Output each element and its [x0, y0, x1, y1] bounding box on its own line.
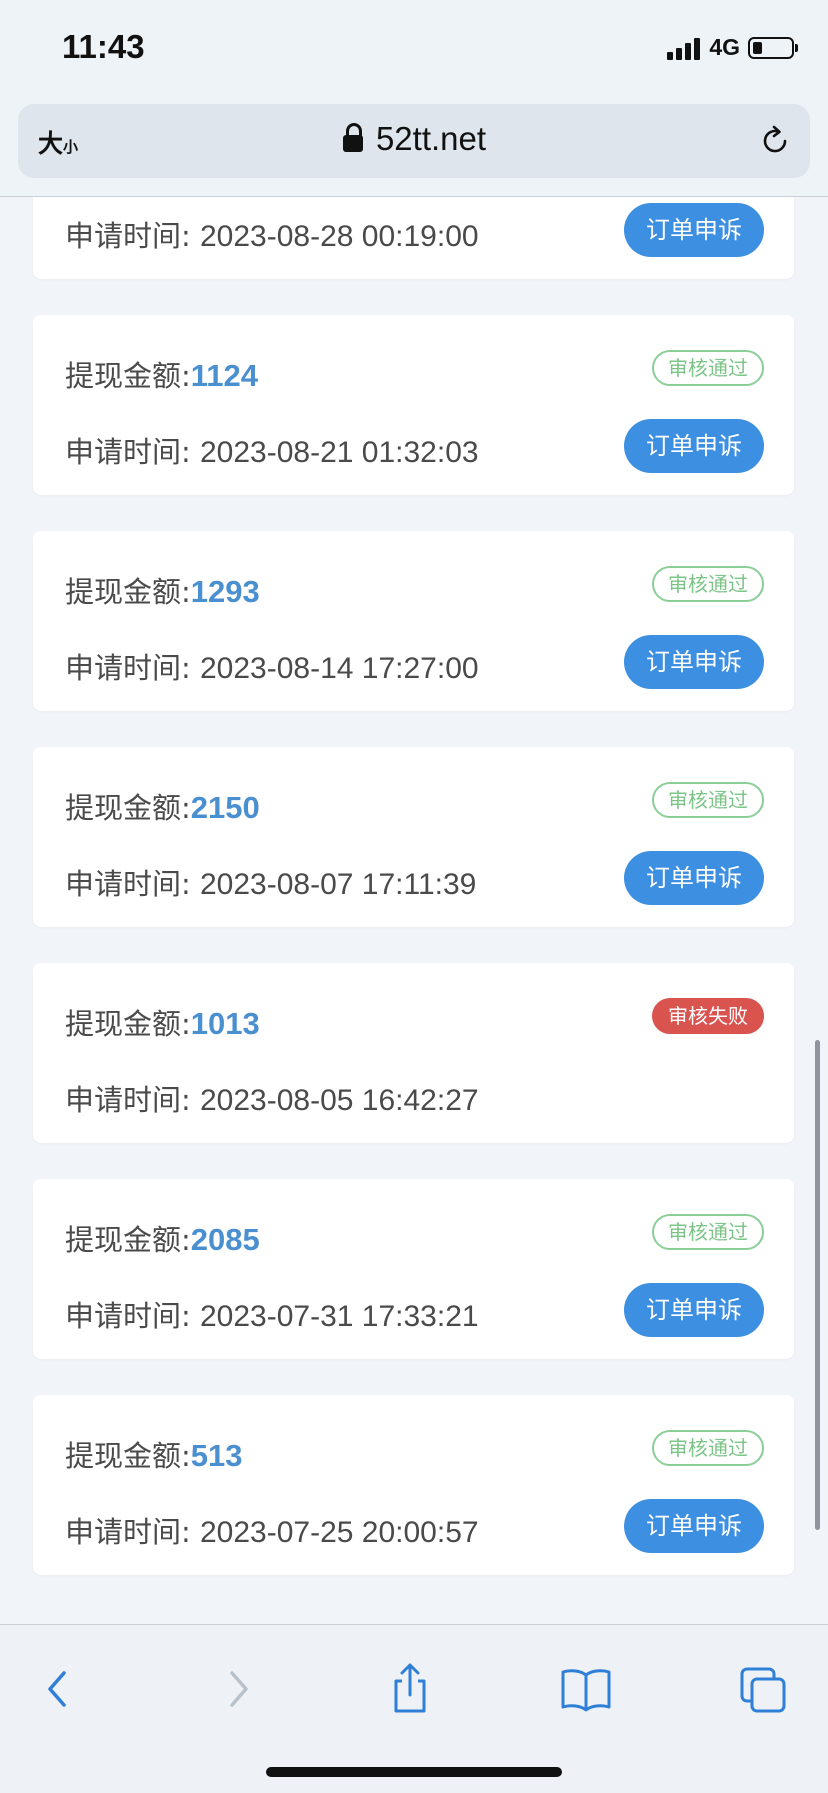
time-value: 2023-07-31 17:33:21: [200, 1300, 479, 1333]
lock-icon: [342, 123, 364, 153]
withdrawal-record-card: 提现金额:1293 申请时间: 2023-08-14 17:27:00 审核通过订单…: [33, 531, 794, 711]
time-label: 申请时间:: [65, 435, 200, 469]
time-value: 2023-08-07 17:11:39: [200, 868, 477, 901]
application-time: 申请时间: 2023-08-28 00:19:00: [65, 213, 479, 255]
time-label: 申请时间:: [65, 1299, 200, 1333]
time-label: 申请时间:: [65, 1515, 200, 1549]
withdrawal-record-card: 提现金额:1124 申请时间: 2023-08-21 01:32:03 审核通过订单…: [33, 315, 794, 495]
reload-icon[interactable]: [758, 124, 792, 158]
forward-icon[interactable]: [206, 1659, 266, 1719]
scrollbar[interactable]: [815, 1040, 820, 1530]
withdrawal-record-card: 提现金额:2150 申请时间: 2023-08-07 17:11:39 审核通过订单…: [33, 747, 794, 927]
withdrawal-amount: 提现金额:1124: [65, 353, 258, 395]
time-label: 申请时间:: [65, 1083, 200, 1117]
withdrawal-record-card: 提现金额:1314申请时间: 2023-08-28 00:19:00审核通过订单…: [33, 197, 794, 279]
network-type: 4G: [709, 34, 740, 60]
tabs-icon[interactable]: [734, 1659, 794, 1719]
time-value: 2023-08-05 16:42:27: [200, 1084, 479, 1117]
order-appeal-button[interactable]: 订单申诉: [624, 419, 764, 473]
time-label: 申请时间:: [65, 219, 200, 253]
time-value: 2023-08-21 01:32:03: [200, 436, 479, 469]
status-badge: 审核通过: [652, 1430, 764, 1466]
order-appeal-button[interactable]: 订单申诉: [624, 851, 764, 905]
signal-icon: [667, 36, 701, 60]
amount-value: 513: [190, 1438, 243, 1473]
url-bar[interactable]: 大小 52tt.net: [18, 104, 810, 178]
withdrawal-amount: 提现金额:1013: [65, 1001, 260, 1043]
amount-value: 1124: [190, 358, 259, 393]
status-indicators: 4G: [667, 34, 798, 61]
battery-icon: [748, 36, 798, 59]
application-time: 申请时间: 2023-08-14 17:27:00: [65, 645, 479, 687]
amount-value: 2150: [190, 790, 260, 825]
amount-value: 1013: [190, 1006, 260, 1041]
amount-label: 提现金额:: [65, 1007, 191, 1041]
withdrawal-amount: 提现金额:513: [65, 1433, 243, 1475]
withdrawal-amount: 提现金额:2150: [65, 785, 260, 827]
time-value: 2023-07-25 20:00:57: [200, 1516, 479, 1549]
share-icon[interactable]: [380, 1659, 440, 1719]
status-badge: 审核通过: [652, 566, 764, 602]
amount-label: 提现金额:: [65, 1223, 191, 1257]
application-time: 申请时间: 2023-08-07 17:11:39: [65, 861, 476, 903]
bookmarks-icon[interactable]: [556, 1659, 616, 1719]
time-label: 申请时间:: [65, 867, 200, 901]
browser-address-area: 大小 52tt.net: [0, 96, 828, 197]
time-value: 2023-08-28 00:19:00: [200, 220, 479, 253]
order-appeal-button[interactable]: 订单申诉: [624, 203, 764, 257]
amount-label: 提现金额:: [65, 791, 191, 825]
application-time: 申请时间: 2023-07-25 20:00:57: [65, 1509, 479, 1551]
amount-label: 提现金额:: [65, 359, 191, 393]
status-bar: 11:43 4G: [0, 0, 828, 96]
status-badge: 审核通过: [652, 1214, 764, 1250]
order-appeal-button[interactable]: 订单申诉: [624, 635, 764, 689]
application-time: 申请时间: 2023-08-05 16:42:27: [65, 1077, 479, 1119]
withdrawal-record-list[interactable]: 提现金额:1314申请时间: 2023-08-28 00:19:00审核通过订单…: [0, 197, 828, 1624]
time-label: 申请时间:: [65, 651, 200, 685]
amount-value: 1293: [190, 574, 260, 609]
withdrawal-record-card: 提现金额:1013 申请时间: 2023-08-05 16:42:27 审核失败: [33, 963, 794, 1143]
order-appeal-button[interactable]: 订单申诉: [624, 1499, 764, 1553]
application-time: 申请时间: 2023-07-31 17:33:21: [65, 1293, 479, 1335]
withdrawal-record-card: 提现金额:2085 申请时间: 2023-07-31 17:33:21 审核通过订单…: [33, 1179, 794, 1359]
browser-toolbar: [0, 1624, 828, 1793]
status-badge: 审核通过: [652, 350, 764, 386]
amount-value: 2085: [190, 1222, 260, 1257]
time-value: 2023-08-14 17:27:00: [200, 652, 479, 685]
status-time: 11:43: [62, 28, 145, 65]
back-icon[interactable]: [30, 1659, 90, 1719]
withdrawal-record-card: 提现金额:513 申请时间: 2023-07-25 20:00:57 审核通过订单申…: [33, 1395, 794, 1575]
url-display[interactable]: 52tt.net: [18, 120, 810, 158]
amount-label: 提现金额:: [65, 1439, 191, 1473]
application-time: 申请时间: 2023-08-21 01:32:03: [65, 429, 479, 471]
home-indicator[interactable]: [266, 1767, 562, 1777]
withdrawal-amount: 提现金额:2085: [65, 1217, 260, 1259]
amount-label: 提现金额:: [65, 575, 191, 609]
withdrawal-amount: 提现金额:1293: [65, 569, 260, 611]
order-appeal-button[interactable]: 订单申诉: [624, 1283, 764, 1337]
url-text: 52tt.net: [375, 120, 487, 157]
status-badge: 审核通过: [652, 782, 764, 818]
status-badge: 审核失败: [652, 998, 764, 1034]
